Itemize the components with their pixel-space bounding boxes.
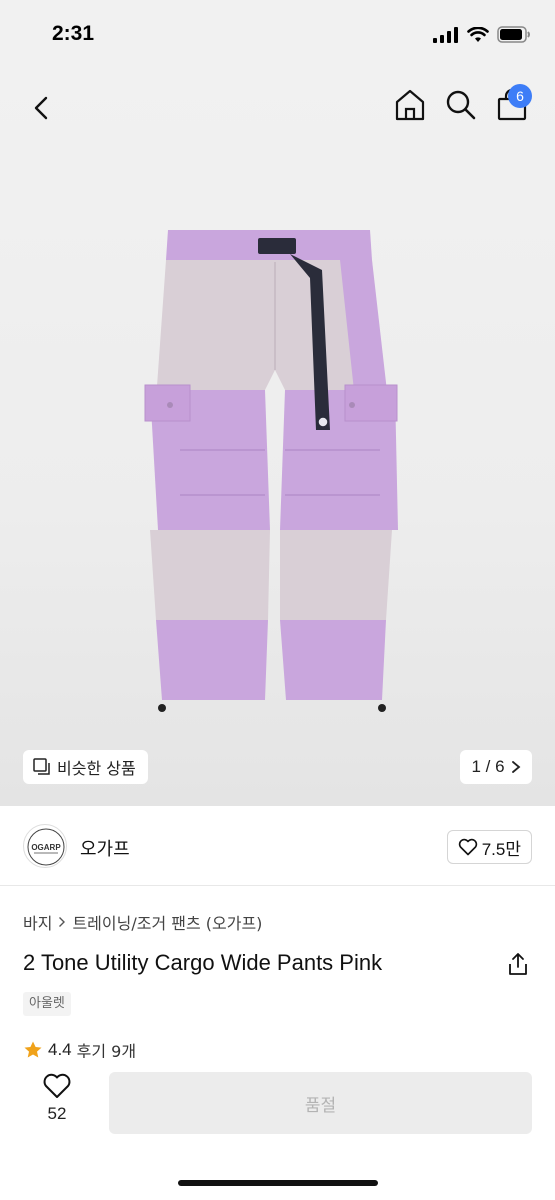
product-gallery[interactable]: 6 비슷한 상품 1 / 6 (0, 70, 555, 806)
back-icon[interactable] (24, 90, 60, 126)
image-counter-button[interactable]: 1 / 6 (460, 750, 532, 784)
status-bar: 2:31 (0, 0, 555, 70)
bottom-action-bar: 52 품절 (0, 1058, 555, 1200)
brand-logo[interactable]: OGARP (23, 824, 67, 868)
product-title: 2 Tone Utility Cargo Wide Pants Pink (23, 950, 383, 975)
cart-count-badge: 6 (508, 84, 532, 108)
breadcrumb-subcategory[interactable]: 트레이닝/조거 팬츠 (오가프) (72, 910, 262, 934)
status-time: 2:31 (52, 22, 95, 45)
svg-text:OGARP: OGARP (31, 843, 61, 852)
brand-name[interactable]: 오가프 (80, 835, 130, 861)
wifi-icon (467, 26, 489, 42)
wishlist-count: 52 (47, 1104, 67, 1123)
product-image[interactable] (140, 230, 410, 730)
chevron-right-icon (511, 761, 520, 773)
sold-out-button[interactable]: 품절 (109, 1072, 532, 1134)
brand-like-count: 7.5만 (481, 839, 521, 859)
wishlist-button[interactable]: 52 (32, 1072, 82, 1132)
brand-row: OGARP 오가프 7.5만 (0, 806, 555, 886)
similar-products-button[interactable]: 비슷한 상품 (23, 750, 148, 784)
sold-out-label: 품절 (304, 1095, 337, 1116)
search-icon[interactable] (443, 87, 479, 123)
signal-icon (433, 26, 458, 43)
share-icon[interactable] (507, 952, 529, 976)
status-icons (433, 26, 531, 43)
similar-products-label: 비슷한 상품 (57, 759, 136, 778)
chevron-right-icon (59, 917, 66, 927)
brand-like-button[interactable]: 7.5만 (446, 830, 532, 864)
battery-icon (497, 26, 530, 43)
breadcrumb-category[interactable]: 바지 (23, 910, 52, 934)
image-counter: 1 / 6 (471, 757, 505, 776)
star-icon (24, 1041, 42, 1058)
rating-score: 4.4 (48, 1040, 72, 1059)
home-icon[interactable] (392, 87, 428, 123)
heart-icon (43, 1073, 71, 1098)
breadcrumb: 바지 트레이닝/조거 팬츠 (오가프) (23, 910, 262, 934)
similar-items-icon (33, 758, 50, 775)
outlet-tag: 아울렛 (23, 992, 71, 1016)
brand-logo-image: OGARP (27, 828, 65, 866)
heart-icon (458, 838, 477, 856)
home-indicator[interactable] (178, 1180, 378, 1186)
